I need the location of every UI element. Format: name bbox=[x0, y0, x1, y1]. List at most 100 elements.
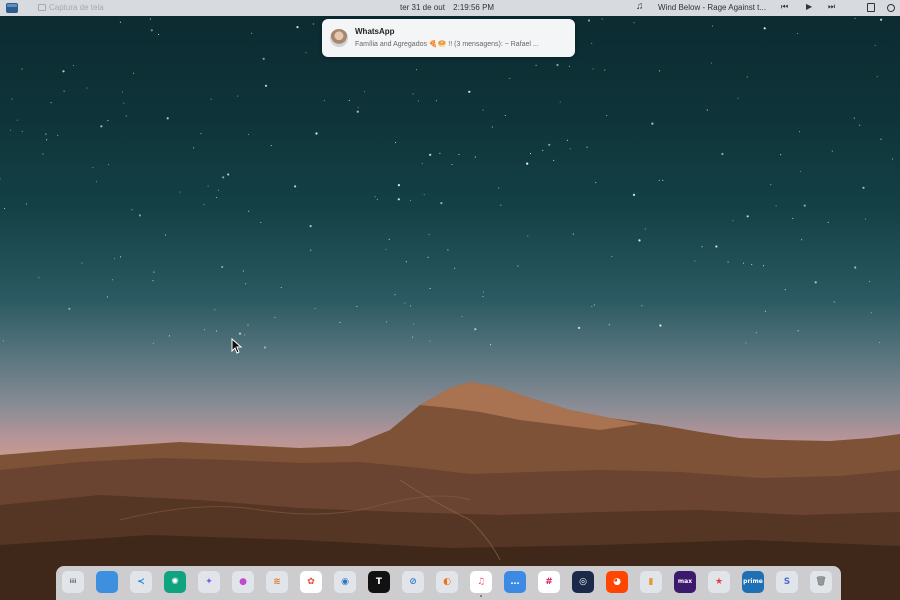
clipboard-icon[interactable] bbox=[867, 3, 875, 12]
star bbox=[193, 147, 195, 149]
dock-item-gemini[interactable]: ✦ bbox=[198, 571, 220, 593]
star bbox=[482, 291, 484, 293]
star bbox=[595, 182, 597, 184]
star bbox=[4, 208, 6, 210]
star bbox=[50, 102, 52, 104]
star bbox=[490, 344, 492, 346]
top-bar: Captura de tela ter 31 de out 2:19:56 PM… bbox=[0, 0, 900, 16]
dock-item-trash[interactable]: 🗑 bbox=[810, 571, 832, 593]
dock-item-hbo-max[interactable]: max bbox=[674, 571, 696, 593]
color-picker-icon: ● bbox=[239, 576, 247, 587]
star bbox=[86, 87, 88, 89]
media-next-button[interactable]: ⏭ bbox=[828, 2, 835, 12]
star bbox=[632, 193, 636, 196]
star bbox=[854, 18, 856, 20]
star bbox=[363, 91, 365, 93]
dock-item-chatgpt[interactable]: ✺ bbox=[164, 571, 186, 593]
star bbox=[701, 246, 703, 248]
star bbox=[314, 307, 316, 310]
star bbox=[227, 173, 230, 176]
star bbox=[204, 329, 206, 331]
dock-item-layers[interactable]: ≋ bbox=[266, 571, 288, 593]
notification-popup[interactable]: WhatsApp Família and Agregados 🍕🥯 !! (3 … bbox=[322, 19, 575, 57]
dock-item-star[interactable]: ★ bbox=[708, 571, 730, 593]
media-play-button[interactable]: ▶ bbox=[806, 2, 812, 11]
dock-item-software[interactable]: S bbox=[776, 571, 798, 593]
star bbox=[166, 117, 169, 120]
star bbox=[474, 328, 477, 331]
star bbox=[2, 340, 4, 342]
star bbox=[245, 283, 247, 285]
clock[interactable]: ter 31 de out 2:19:56 PM bbox=[400, 3, 494, 12]
app-grid-icon: ⁞⁞⁞ bbox=[69, 578, 77, 585]
star bbox=[447, 249, 449, 251]
star bbox=[376, 199, 378, 201]
dock-item-google-photos[interactable]: ✿ bbox=[300, 571, 322, 593]
star bbox=[792, 217, 794, 220]
dock-item-chat[interactable]: … bbox=[504, 571, 526, 593]
reddit-icon: ◕ bbox=[613, 576, 621, 587]
star bbox=[260, 221, 262, 223]
star bbox=[203, 204, 205, 206]
star bbox=[248, 210, 250, 212]
star bbox=[62, 70, 65, 73]
star bbox=[439, 152, 441, 154]
dock-item-steam[interactable]: ◎ bbox=[572, 571, 594, 593]
star bbox=[11, 98, 13, 100]
star bbox=[113, 257, 116, 259]
focused-app[interactable]: Captura de tela bbox=[38, 3, 104, 12]
star bbox=[270, 144, 272, 147]
star bbox=[21, 130, 23, 133]
dock-item-color-picker[interactable]: ● bbox=[232, 571, 254, 593]
power-icon[interactable] bbox=[887, 4, 895, 12]
star bbox=[891, 158, 893, 160]
star bbox=[658, 179, 660, 181]
star bbox=[568, 65, 570, 67]
media-track-title[interactable]: Wind Below - Rage Against t... bbox=[658, 3, 766, 12]
dock-item-safari[interactable]: ⊘ bbox=[402, 571, 424, 593]
dock-item-music[interactable]: ♫ bbox=[470, 571, 492, 597]
notification-message: Família and Agregados 🍕🥯 !! (3 mensagens… bbox=[355, 41, 539, 48]
dock-item-prime-video[interactable]: prime bbox=[742, 571, 764, 593]
star bbox=[801, 239, 803, 241]
star bbox=[553, 159, 555, 161]
star bbox=[16, 119, 18, 121]
dock-item-app-grid[interactable]: ⁞⁞⁞ bbox=[62, 571, 84, 593]
star bbox=[0, 178, 1, 180]
dock-item-typora[interactable]: T bbox=[368, 571, 390, 593]
dock-item-slack[interactable]: # bbox=[538, 571, 560, 593]
star bbox=[210, 98, 212, 100]
star bbox=[46, 139, 48, 141]
star bbox=[868, 281, 870, 283]
dock-item-notes[interactable]: ▮ bbox=[640, 571, 662, 593]
activities-icon[interactable] bbox=[6, 3, 18, 13]
dock-item-firefox[interactable]: ◐ bbox=[436, 571, 458, 593]
star bbox=[133, 72, 135, 74]
star bbox=[764, 310, 766, 312]
star bbox=[237, 95, 239, 97]
media-previous-button[interactable]: ⏮ bbox=[781, 2, 788, 12]
star bbox=[509, 77, 511, 79]
star bbox=[131, 209, 133, 211]
dock-item-files[interactable] bbox=[96, 571, 118, 593]
focused-app-label: Captura de tela bbox=[49, 3, 104, 12]
dock-item-thunderbird[interactable]: ◉ bbox=[334, 571, 356, 593]
star bbox=[207, 185, 209, 187]
dock-item-vscode[interactable]: ≺ bbox=[130, 571, 152, 593]
star bbox=[451, 163, 453, 166]
google-photos-icon: ✿ bbox=[307, 576, 315, 587]
star bbox=[274, 316, 276, 319]
star bbox=[395, 141, 397, 144]
star bbox=[784, 289, 786, 291]
star bbox=[504, 114, 506, 117]
star bbox=[591, 305, 593, 307]
star bbox=[878, 342, 880, 344]
star bbox=[280, 287, 282, 289]
star bbox=[242, 270, 244, 272]
star bbox=[412, 93, 414, 95]
star bbox=[385, 321, 388, 323]
star bbox=[92, 167, 94, 169]
star bbox=[559, 101, 561, 103]
dock-item-reddit[interactable]: ◕ bbox=[606, 571, 628, 593]
star bbox=[458, 153, 460, 156]
